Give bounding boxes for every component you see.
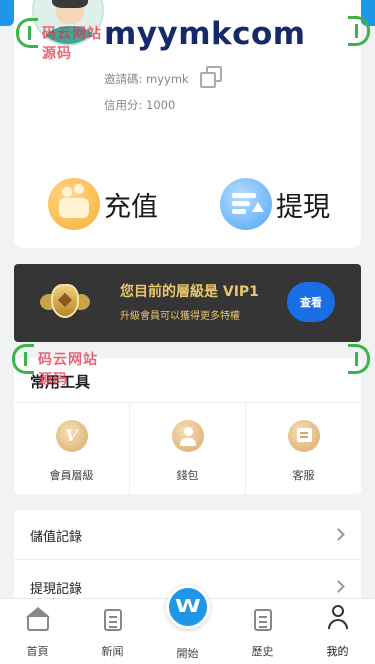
tab-news[interactable]: 新闻 <box>75 599 150 664</box>
tab-home[interactable]: 首頁 <box>0 599 75 664</box>
wallet-person-icon <box>171 420 204 452</box>
copy-icon[interactable] <box>200 66 224 90</box>
top-left-accent <box>0 0 14 26</box>
vip-view-button[interactable]: 查看 <box>287 282 335 322</box>
recharge-label: 充值 <box>104 191 158 223</box>
tool-wallet[interactable]: 錢包 <box>130 403 246 494</box>
vip-level-title: 您目前的層級是 VIP1 <box>120 284 259 300</box>
home-roof <box>25 607 50 617</box>
vip-banner: 您目前的層級是 VIP1 升級會員可以獲得更多特權 查看 <box>14 264 361 342</box>
withdraw-button[interactable]: 提現 <box>220 176 330 232</box>
tab-label: 首頁 <box>26 645 49 658</box>
profile-card: myymkcom 邀請碼: myymk 信用分: 1000 充值 提現 <box>14 0 361 248</box>
recharge-button[interactable]: 充值 <box>48 176 158 232</box>
top-right-accent <box>361 0 375 26</box>
vip-level-icon: V <box>55 420 88 452</box>
tab-label: 我的 <box>326 645 349 658</box>
tab-profile[interactable]: 我的 <box>300 599 375 664</box>
tools-card: 常用工具 V 會員層級 錢包 客服 <box>14 358 361 494</box>
start-icon: W <box>165 585 210 629</box>
withdraw-icon <box>220 178 272 230</box>
invite-code: 邀請碼: myymk <box>104 72 189 86</box>
tools-grid: V 會員層級 錢包 客服 <box>14 402 361 494</box>
bottom-tab-bar: 首頁 新闻 W 開始 歷史 我的 <box>0 585 375 664</box>
tool-customer-service[interactable]: 客服 <box>246 403 361 494</box>
home-icon <box>26 617 49 631</box>
tool-label: 會員層級 <box>49 469 94 482</box>
tab-start[interactable]: W 開始 <box>150 585 225 664</box>
credit-score: 信用分: 1000 <box>104 98 176 112</box>
history-icon <box>253 609 272 631</box>
tool-vip-level[interactable]: V 會員層級 <box>14 403 130 494</box>
list-item-deposit-records[interactable]: 儲值記錄 <box>14 510 361 560</box>
news-icon <box>103 609 122 631</box>
profile-icon <box>331 605 344 617</box>
chevron-right-icon <box>332 528 345 541</box>
list-item-label: 提現記錄 <box>30 582 83 597</box>
profile-icon-body <box>327 619 348 629</box>
avatar <box>32 0 104 46</box>
tools-title: 常用工具 <box>30 373 91 391</box>
tab-history[interactable]: 歷史 <box>225 599 300 664</box>
tab-label: 歷史 <box>251 645 274 658</box>
tab-label: 開始 <box>176 647 199 660</box>
withdraw-label: 提現 <box>276 191 330 223</box>
list-item-label: 儲值記錄 <box>30 530 83 545</box>
vip-badge-icon <box>40 278 90 326</box>
vip-level-subtitle: 升級會員可以獲得更多特權 <box>120 311 240 322</box>
recharge-icon <box>48 178 100 230</box>
username: myymkcom <box>104 16 306 52</box>
tab-label: 新闻 <box>101 645 124 658</box>
tool-label: 錢包 <box>176 469 199 482</box>
chevron-right-icon <box>332 580 345 593</box>
tool-label: 客服 <box>292 469 315 482</box>
customer-service-icon <box>287 420 320 452</box>
